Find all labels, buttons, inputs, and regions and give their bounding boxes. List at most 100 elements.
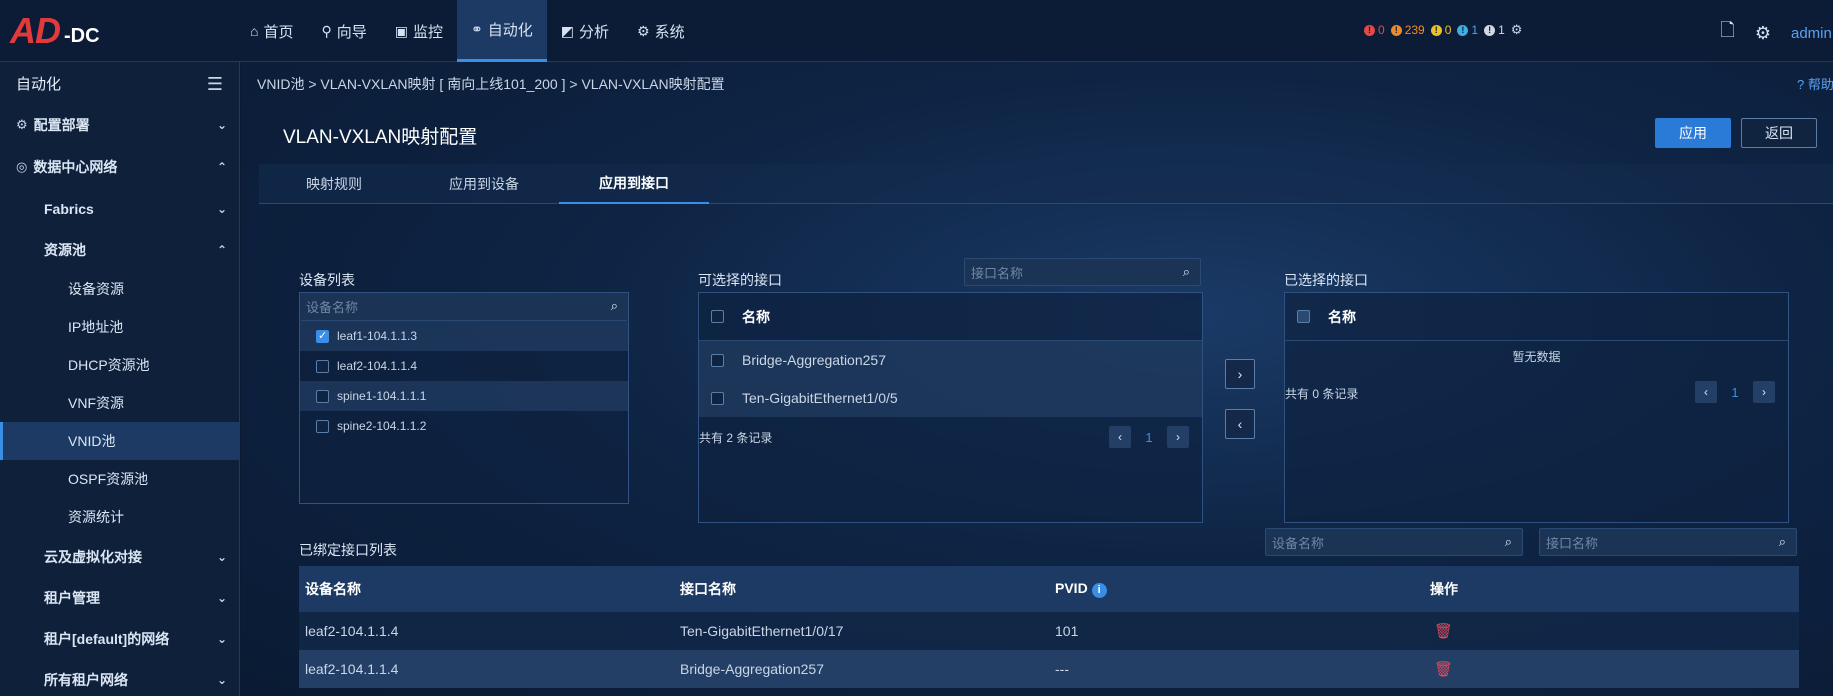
sidebar-item-label: 云及虚拟化对接 bbox=[44, 548, 142, 565]
sidebar-item-resource-stats[interactable]: 资源统计 bbox=[0, 498, 239, 536]
interface-search-input[interactable]: 接口名称 ⌕ bbox=[964, 258, 1201, 286]
bound-interface-search-input[interactable]: 接口名称 ⌕ bbox=[1539, 528, 1797, 556]
chevron-down-icon: ⌄ bbox=[216, 590, 227, 605]
tab-mapping-rules[interactable]: 映射规则 bbox=[259, 164, 409, 204]
top-right-tools: 🗋 ⚙ admin bbox=[1720, 18, 1833, 48]
device-item[interactable]: spine2-104.1.1.2 bbox=[300, 411, 628, 441]
device-item[interactable]: spine1-104.1.1.1 bbox=[300, 381, 628, 411]
sidebar-item-fabrics[interactable]: Fabrics ⌄ bbox=[0, 188, 239, 229]
device-item[interactable]: leaf2-104.1.1.4 bbox=[300, 351, 628, 381]
selected-interfaces-panel: 名称 暂无数据 共有 0 条记录 ‹ 1 › bbox=[1284, 292, 1789, 523]
cell-interface: Bridge-Aggregation257 bbox=[680, 661, 824, 677]
sidebar-item-ip-pool[interactable]: IP地址池 bbox=[0, 308, 239, 346]
alarm-warning[interactable]: ! 1 bbox=[1457, 23, 1478, 37]
select-all-checkbox[interactable] bbox=[711, 310, 724, 323]
alarm-info-count: 1 bbox=[1498, 23, 1505, 37]
alarm-summary[interactable]: ! 0 ! 239 ! 0 ! 1 ! 1 ⚙ bbox=[1364, 22, 1522, 38]
current-page[interactable]: 1 bbox=[1131, 430, 1167, 445]
sidebar-item-label: 所有租户网络 bbox=[44, 671, 128, 688]
alarm-major-icon: ! bbox=[1390, 24, 1402, 36]
sidebar-item-vnf-resource[interactable]: VNF资源 bbox=[0, 384, 239, 422]
sidebar-item-resource-pool[interactable]: 资源池 ⌃ bbox=[0, 229, 239, 270]
cell-device: leaf2-104.1.1.4 bbox=[305, 623, 399, 639]
interface-row[interactable]: Ten-GigabitEthernet1/0/5 bbox=[699, 379, 1202, 417]
sidebar-item-default-tenant-network[interactable]: 租户[default]的网络 ⌄ bbox=[0, 618, 239, 659]
column-actions: 操作 bbox=[1430, 581, 1458, 597]
search-icon[interactable]: ⌕ bbox=[611, 298, 618, 314]
sidebar-item-all-tenant-network[interactable]: 所有租户网络 ⌄ bbox=[0, 659, 239, 696]
prev-page-button[interactable]: ‹ bbox=[1109, 426, 1131, 448]
help-link[interactable]: ? 帮助 bbox=[1797, 74, 1833, 93]
column-name-header: 名称 bbox=[1328, 308, 1356, 325]
sidebar-item-dc-network[interactable]: ◎ 数据中心网络 ⌃ bbox=[0, 146, 239, 188]
nav-system[interactable]: ⚙ 系统 bbox=[623, 0, 699, 62]
interface-row[interactable]: Bridge-Aggregation257 bbox=[699, 341, 1202, 379]
prev-page-button[interactable]: ‹ bbox=[1695, 381, 1717, 403]
device-search-input[interactable]: 设备名称 ⌕ bbox=[300, 293, 628, 321]
current-page[interactable]: 1 bbox=[1717, 385, 1753, 400]
sidebar-item-dhcp-pool[interactable]: DHCP资源池 bbox=[0, 346, 239, 384]
tab-apply-to-interface[interactable]: 应用到接口 bbox=[559, 164, 709, 204]
move-left-button[interactable]: ‹ bbox=[1225, 409, 1255, 439]
search-icon[interactable]: ⌕ bbox=[1779, 534, 1786, 550]
apply-button[interactable]: 应用 bbox=[1655, 118, 1731, 148]
next-page-button[interactable]: › bbox=[1753, 381, 1775, 403]
user-menu[interactable]: admin bbox=[1791, 25, 1833, 42]
brand-logo[interactable]: AD -DC bbox=[10, 12, 100, 50]
sidebar-item-tenant-mgmt[interactable]: 租户管理 ⌄ bbox=[0, 577, 239, 618]
device-name: spine1-104.1.1.1 bbox=[337, 389, 427, 403]
search-icon[interactable]: ⌕ bbox=[1183, 264, 1190, 280]
monitor-icon: ▣ bbox=[394, 22, 408, 39]
device-checkbox[interactable] bbox=[316, 359, 329, 373]
move-right-button[interactable]: › bbox=[1225, 359, 1255, 389]
next-page-button[interactable]: › bbox=[1167, 426, 1189, 448]
alarm-info[interactable]: ! 1 bbox=[1484, 23, 1505, 37]
delete-icon[interactable]: 🗑 bbox=[1434, 623, 1453, 640]
alarm-settings-icon[interactable]: ⚙ bbox=[1511, 22, 1523, 38]
bound-device-search-input[interactable]: 设备名称 ⌕ bbox=[1265, 528, 1523, 556]
sidebar-item-config-deploy[interactable]: ⚙ 配置部署 ⌄ bbox=[0, 104, 239, 146]
search-icon[interactable]: ⌕ bbox=[1505, 534, 1512, 550]
nav-analysis[interactable]: ◩ 分析 bbox=[547, 0, 623, 62]
interface-checkbox[interactable] bbox=[711, 353, 724, 367]
nav-automation[interactable]: ⚭ 自动化 bbox=[457, 0, 547, 62]
nav-monitor[interactable]: ▣ 监控 bbox=[381, 0, 457, 62]
cell-interface: Ten-GigabitEthernet1/0/17 bbox=[680, 623, 844, 639]
device-name: leaf1-104.1.1.3 bbox=[337, 329, 418, 343]
sidebar-item-ospf-pool[interactable]: OSPF资源池 bbox=[0, 460, 239, 498]
device-checkbox[interactable] bbox=[316, 329, 329, 343]
alarm-minor[interactable]: ! 0 bbox=[1430, 23, 1452, 37]
document-icon[interactable]: 🗋 bbox=[1720, 18, 1734, 48]
collapse-menu-icon[interactable]: ☰ bbox=[207, 74, 223, 95]
gear-icon[interactable]: ⚙ bbox=[1755, 23, 1771, 44]
alarm-minor-count: 0 bbox=[1444, 23, 1452, 37]
sidebar-item-device-resource[interactable]: 设备资源 bbox=[0, 270, 239, 308]
analysis-icon: ◩ bbox=[560, 22, 574, 39]
interface-checkbox[interactable] bbox=[711, 391, 724, 405]
sidebar-item-label: 设备资源 bbox=[68, 281, 124, 297]
alarm-critical[interactable]: ! 0 bbox=[1364, 23, 1385, 37]
breadcrumb[interactable]: VNID池 > VLAN-VXLAN映射 [ 南向上线101_200 ] > V… bbox=[257, 74, 725, 94]
device-checkbox[interactable] bbox=[316, 389, 329, 403]
info-icon[interactable]: i bbox=[1091, 583, 1107, 598]
empty-state: 暂无数据 bbox=[1512, 349, 1561, 364]
sidebar-item-cloud-virtualization[interactable]: 云及虚拟化对接 ⌄ bbox=[0, 536, 239, 577]
bound-device-search-placeholder: 设备名称 bbox=[1272, 535, 1325, 551]
automation-icon: ⚭ bbox=[471, 21, 483, 37]
device-checkbox[interactable] bbox=[316, 419, 329, 433]
tab-apply-to-device[interactable]: 应用到设备 bbox=[409, 164, 559, 204]
back-button[interactable]: 返回 bbox=[1741, 118, 1817, 148]
alarm-warning-icon: ! bbox=[1457, 24, 1469, 36]
alarm-major[interactable]: ! 239 bbox=[1390, 23, 1425, 37]
device-list-panel: 设备名称 ⌕ leaf1-104.1.1.3 leaf2-104.1.1.4 s… bbox=[299, 292, 629, 504]
device-item[interactable]: leaf1-104.1.1.3 bbox=[300, 321, 628, 351]
table-row: leaf2-104.1.1.4 Ten-GigabitEthernet1/0/1… bbox=[299, 612, 1799, 650]
nav-guide[interactable]: ⚲ 向导 bbox=[307, 0, 380, 62]
table-row: leaf2-104.1.1.4 Bridge-Aggregation257 --… bbox=[299, 650, 1799, 688]
sidebar-item-vnid-pool[interactable]: VNID池 bbox=[0, 422, 239, 460]
delete-icon[interactable]: 🗑 bbox=[1434, 661, 1453, 678]
select-all-checkbox[interactable] bbox=[1297, 310, 1310, 323]
nav-monitor-label: 监控 bbox=[413, 23, 444, 41]
column-interface-name: 接口名称 bbox=[680, 581, 736, 597]
nav-home[interactable]: ⌂ 首页 bbox=[236, 0, 307, 62]
